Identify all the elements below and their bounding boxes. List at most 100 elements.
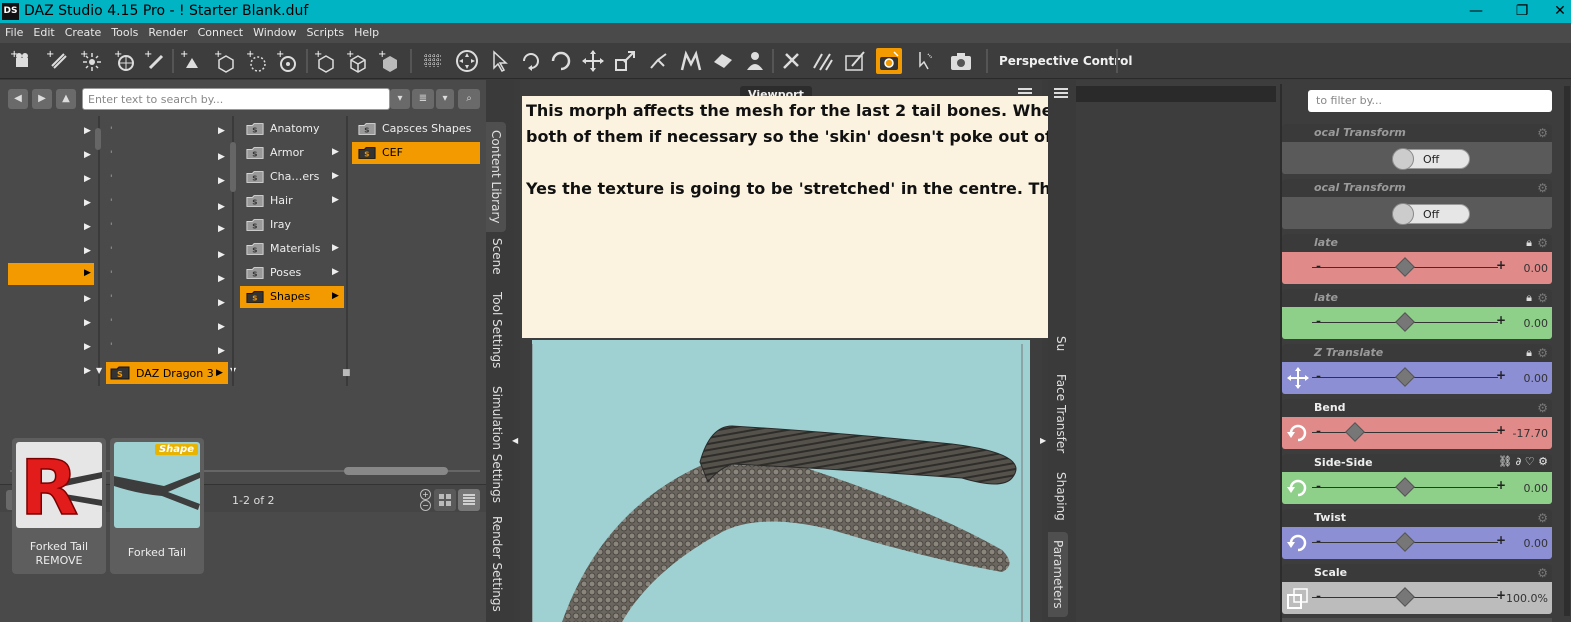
menu-render[interactable]: Render xyxy=(143,23,192,39)
param-value[interactable]: 0.00 xyxy=(1504,372,1549,385)
restore-button[interactable]: ❐ xyxy=(1502,2,1542,22)
gear-icon[interactable]: ⚙ xyxy=(1537,236,1548,250)
local-transform-toggle[interactable]: Off xyxy=(1392,148,1470,170)
search-icon[interactable]: ⌕ xyxy=(458,89,480,109)
folder-characters[interactable]: S Cha…ers ▶ xyxy=(240,166,344,188)
folder-hair[interactable]: S Hair ▶ xyxy=(240,190,344,212)
gear-icon[interactable]: ⚙ xyxy=(1537,346,1548,360)
collapse-left-icon[interactable]: ◀ xyxy=(512,436,518,445)
forward-button[interactable]: ▶ xyxy=(32,89,52,109)
content-search-input[interactable]: Enter text to search by... xyxy=(82,88,390,110)
create-linear-light-icon[interactable]: + xyxy=(142,48,168,74)
menu-tools[interactable]: Tools xyxy=(106,23,143,39)
translate-tool-icon[interactable] xyxy=(580,48,606,74)
parameters-scrollbar[interactable] xyxy=(1564,86,1570,616)
menu-window[interactable]: Window xyxy=(248,23,301,39)
menu-edit[interactable]: Edit xyxy=(28,23,59,39)
menu-help[interactable]: Help xyxy=(349,23,384,39)
create-null-icon[interactable]: + xyxy=(212,48,238,74)
asset-forked-tail-remove[interactable]: R Forked Tail REMOVE xyxy=(12,438,106,574)
create-distant-light-icon[interactable]: + xyxy=(112,48,138,74)
tab-render-settings[interactable]: Render Settings xyxy=(490,516,504,612)
menu-connect[interactable]: Connect xyxy=(193,23,248,39)
asset-forked-tail[interactable]: Shape Forked Tail xyxy=(110,438,204,574)
perspective-control-label[interactable]: Perspective Control xyxy=(999,54,1132,68)
twist-tool-icon[interactable] xyxy=(548,48,574,74)
collapse-right-icon[interactable]: ▶ xyxy=(1040,436,1046,445)
geometry-editor-icon[interactable] xyxy=(678,48,704,74)
active-pose-icon[interactable] xyxy=(842,48,868,74)
back-button[interactable]: ◀ xyxy=(8,89,28,109)
tree-expand-icon[interactable]: ▶ xyxy=(84,294,91,304)
create-pointlight-icon[interactable]: + xyxy=(78,48,104,74)
rotate-tool-icon[interactable] xyxy=(518,48,544,74)
tab-scene[interactable]: Scene xyxy=(490,238,504,275)
menu-create[interactable]: Create xyxy=(60,23,107,39)
tab-simulation-settings[interactable]: Simulation Settings xyxy=(490,386,504,503)
tree-expand-icon[interactable]: ▶ xyxy=(84,174,91,184)
decrement-icon[interactable]: - xyxy=(1316,534,1321,548)
param-value[interactable]: 0.00 xyxy=(1504,482,1549,495)
tree-expand-icon[interactable]: ▶ xyxy=(218,322,225,332)
decrement-icon[interactable]: - xyxy=(1316,259,1321,273)
camera-snapshot-icon[interactable] xyxy=(948,48,974,74)
node-selection-icon[interactable] xyxy=(486,48,512,74)
gear-icon[interactable]: ⚙ xyxy=(1537,126,1548,140)
column-scrollbar[interactable] xyxy=(95,128,101,150)
tab-shaping[interactable]: Shaping xyxy=(1054,472,1068,521)
viewport-3d-scene[interactable] xyxy=(532,340,1030,622)
render-settings-icon[interactable] xyxy=(912,48,938,74)
local-transform-toggle[interactable]: Off xyxy=(1392,203,1470,225)
scrollbar-thumb[interactable] xyxy=(344,467,448,475)
decrement-icon[interactable]: - xyxy=(1316,424,1321,438)
render-icon[interactable] xyxy=(876,48,902,74)
icon-view-toggle[interactable] xyxy=(434,489,456,511)
param-value[interactable]: -17.70 xyxy=(1504,427,1548,440)
tree-expand-icon[interactable]: ▶ xyxy=(218,152,225,162)
tree-expand-icon[interactable]: ▶ xyxy=(84,246,91,256)
param-value[interactable]: 0.00 xyxy=(1504,262,1549,275)
folder-capsces-shapes[interactable]: S Capsces Shapes xyxy=(352,118,480,140)
create-group-icon[interactable]: + xyxy=(244,48,270,74)
param-value[interactable]: 0.00 xyxy=(1504,317,1549,330)
slider-knob[interactable] xyxy=(1395,367,1415,387)
tree-expand-icon[interactable]: ▶ xyxy=(84,342,91,352)
column-scrollbar[interactable] xyxy=(230,142,236,192)
zoom-stepper[interactable]: + − xyxy=(420,489,432,511)
create-instance-icon[interactable]: + xyxy=(274,48,300,74)
gear-icon[interactable]: ⚙ xyxy=(1537,401,1548,415)
tree-expand-icon[interactable]: ▶ xyxy=(218,298,225,308)
slider-knob[interactable] xyxy=(1395,532,1415,552)
create-cube-icon[interactable]: + xyxy=(376,48,402,74)
create-proxy-icon[interactable]: + xyxy=(344,48,370,74)
scale-tool-icon[interactable] xyxy=(612,48,638,74)
folder-materials[interactable]: S Materials ▶ xyxy=(240,238,344,260)
decrement-icon[interactable]: - xyxy=(1316,369,1321,383)
search-options-dropdown[interactable]: ▾ xyxy=(390,89,410,109)
tree-expand-icon[interactable]: ▶ xyxy=(84,222,91,232)
create-camera-icon[interactable]: + xyxy=(8,48,34,74)
folder-iray[interactable]: S Iray xyxy=(240,214,344,236)
create-primitive-icon[interactable]: + xyxy=(178,48,204,74)
folder-daz-dragon-3[interactable]: S DAZ Dragon 3 ▶ xyxy=(106,362,228,384)
slider-track[interactable] xyxy=(1312,432,1498,433)
tree-expand-icon[interactable]: ▶ xyxy=(218,274,225,284)
universal-tool-icon[interactable] xyxy=(454,48,480,74)
surface-selection-icon[interactable] xyxy=(710,48,736,74)
menu-scripts[interactable]: Scripts xyxy=(301,23,349,39)
slider-knob[interactable] xyxy=(1395,587,1415,607)
tree-expand-icon[interactable]: ▶ xyxy=(84,150,91,160)
tree-expand-icon[interactable]: ▶ xyxy=(84,366,91,376)
tree-expand-icon[interactable]: ▶ xyxy=(218,176,225,186)
tree-expand-icon[interactable]: ▶ xyxy=(84,126,91,136)
database-dropdown[interactable]: ▾ xyxy=(436,89,454,109)
decrement-icon[interactable]: - xyxy=(1316,314,1321,328)
lock-icon[interactable]: 🔒︎ xyxy=(1526,236,1532,250)
tree-expand-icon[interactable]: ▶ xyxy=(218,224,225,234)
tab-surfaces[interactable]: Su xyxy=(1054,336,1068,351)
folder-shapes[interactable]: S Shapes ▶ xyxy=(240,286,344,308)
decrement-icon[interactable]: - xyxy=(1316,479,1321,493)
gear-icon[interactable]: ⚙ xyxy=(1537,511,1548,525)
folder-cef[interactable]: S CEF xyxy=(352,142,480,164)
lock-icon[interactable]: 🔒︎ xyxy=(1526,291,1532,305)
